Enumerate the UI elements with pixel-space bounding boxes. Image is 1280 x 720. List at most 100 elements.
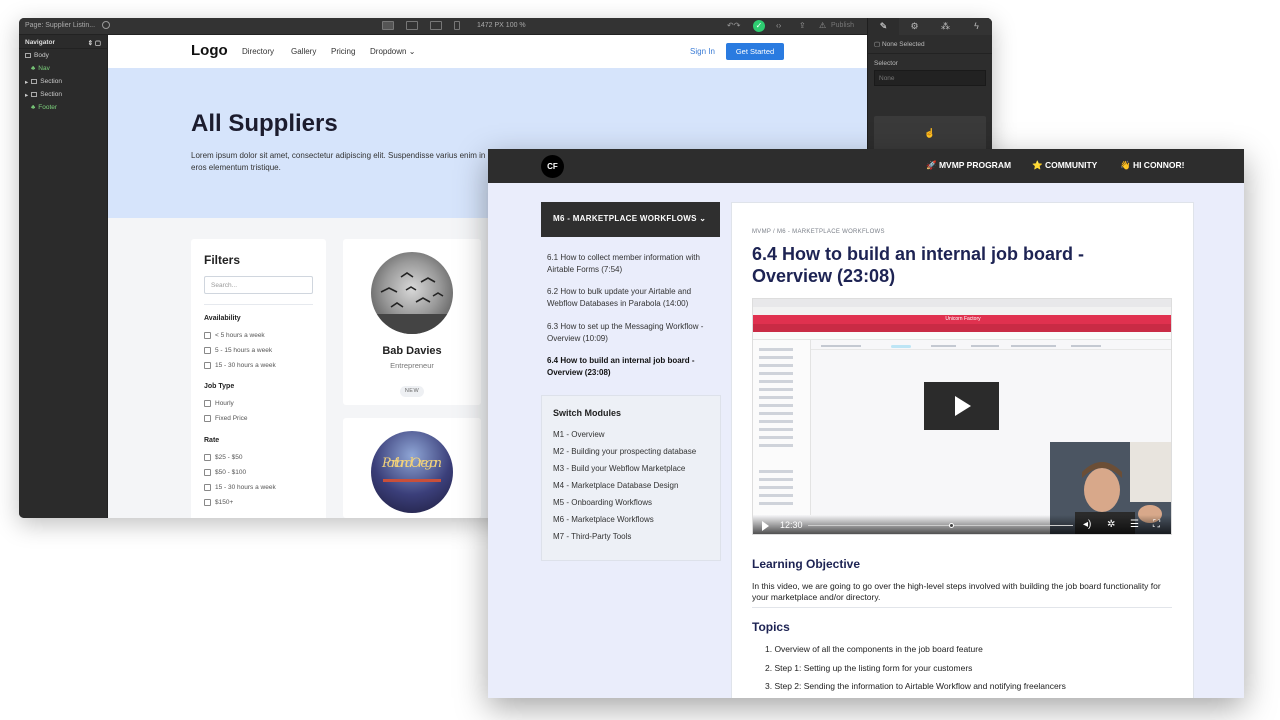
birds-photo-icon [371,272,453,334]
module-link[interactable]: M1 - Overview [553,430,605,439]
audit-icon[interactable]: ⚠ [819,21,826,30]
filter-option[interactable]: $150+ [204,499,233,506]
checkbox[interactable] [204,454,211,461]
symbol-icon: ♣ [31,104,36,111]
selector-input[interactable]: None [874,70,986,86]
module-link[interactable]: M5 - Onboarding Workflows [553,498,652,507]
section-icon [31,79,38,84]
filters-search-input[interactable]: Search... [204,276,313,294]
tablet-landscape-icon[interactable] [406,21,418,30]
module-link[interactable]: M7 - Third-Party Tools [553,532,631,541]
filters-panel: Filters Search... Availability < 5 hours… [191,239,326,518]
checkbox[interactable] [204,332,211,339]
video-browser-url [753,307,1171,315]
module-link[interactable]: M2 - Building your prospecting database [553,447,696,456]
brush-icon[interactable]: ✎ [868,18,899,35]
video-scrubber[interactable] [949,523,955,528]
navigator-title: Navigator [25,39,55,46]
webflow-top-bar: Page: Supplier Listin... 1472 PX 100 % ↶… [19,18,992,35]
checkbox[interactable] [204,415,211,422]
nav-link-directory[interactable]: Directory [242,47,274,56]
undo-redo-icon[interactable]: ↶↷ [727,21,740,30]
supplier-role: Entrepreneur [390,361,434,370]
lesson-link[interactable]: 6.1 How to collect member information wi… [547,252,717,275]
filter-option[interactable]: 15 - 30 hours a week [204,362,276,369]
video-airtable-header: Unicorn Factory [753,315,1171,324]
video-airtable-sidebar [753,340,811,515]
navigator-item-body[interactable]: Body [19,49,107,62]
settings-icon[interactable]: ✲ [1107,519,1115,530]
video-time: 12:30 [780,520,803,530]
lesson-link[interactable]: 6.3 How to set up the Messaging Workflow… [547,321,717,344]
filter-option[interactable]: Hourly [204,400,234,407]
fullscreen-icon[interactable]: ⛶ [1153,519,1160,530]
navigator-item-section[interactable]: ▸ Section [19,88,107,101]
video-player[interactable]: Unicorn Factory 12:30 ◂) ✲ ☰ ⛶ [752,298,1172,535]
nav-mvmp-program[interactable]: 🚀 MVMP PROGRAM [926,160,1011,171]
module-dropdown-button[interactable]: M6 - MARKETPLACE WORKFLOWS ⌄ [541,202,720,237]
nav-link-gallery[interactable]: Gallery [291,47,316,56]
checkbox[interactable] [204,484,211,491]
nav-dropdown[interactable]: Dropdown ⌄ [370,47,415,56]
volume-icon[interactable]: ◂) [1083,519,1091,530]
lesson-link-current[interactable]: 6.4 How to build an internal job board -… [547,355,717,378]
chapters-icon[interactable]: ☰ [1130,519,1139,530]
filter-option[interactable]: < 5 hours a week [204,332,265,339]
get-started-button[interactable]: Get Started [726,43,784,60]
publish-button[interactable]: Publish [831,22,854,29]
expand-arrow-icon[interactable]: ▸ [25,78,28,86]
expand-arrow-icon[interactable]: ▸ [25,91,28,99]
tablet-icon[interactable] [430,21,442,30]
code-icon[interactable]: ‹› [776,21,781,30]
supplier-card[interactable]: Bab Davies Entrepreneur NEW [343,239,481,405]
course-logo[interactable]: CF [541,155,564,178]
navigator-dock-icon[interactable]: ⇕ ▢ [88,39,101,47]
navigator-item-section[interactable]: ▸ Section [19,75,107,88]
site-logo[interactable]: Logo [191,42,228,59]
checkbox[interactable] [204,499,211,506]
symbol-icon: ♣ [31,65,36,72]
sign-in-link[interactable]: Sign In [690,47,715,56]
play-pause-icon[interactable] [762,521,769,531]
breadcrumb[interactable]: MVMP / M6 - MARKETPLACE WORKFLOWS [752,229,885,235]
module-link[interactable]: M6 - Marketplace Workflows [553,515,654,524]
navigator-item-footer[interactable]: ♣ Footer [19,101,107,114]
module-link[interactable]: M4 - Marketplace Database Design [553,481,678,490]
preview-eye-icon[interactable] [102,21,110,29]
video-progress-bar[interactable] [808,525,1073,526]
video-airtable-toolbar [753,332,1171,340]
supplier-name: Bab Davies [382,345,442,357]
checkbox[interactable] [204,347,211,354]
filter-option[interactable]: Fixed Price [204,415,248,422]
lesson-link[interactable]: 6.2 How to bulk update your Airtable and… [547,286,717,309]
filter-option[interactable]: 15 - 30 hours a week [204,484,276,491]
gear-icon[interactable]: ⚙ [899,18,930,35]
checkbox[interactable] [204,469,211,476]
mobile-icon[interactable] [454,21,460,30]
learning-objective-text: In this video, we are going to go over t… [752,581,1161,602]
bolt-icon[interactable]: ϟ [961,18,992,35]
drops-icon[interactable]: ⁂ [930,18,961,35]
section-icon [31,92,38,97]
topics-title: Topics [752,620,790,634]
filter-option[interactable]: $25 - $50 [204,454,242,461]
checkbox[interactable] [204,400,211,407]
filters-title: Filters [204,253,241,267]
play-button[interactable] [924,382,999,430]
video-browser-tabs [753,299,1171,307]
filter-option[interactable]: $50 - $100 [204,469,246,476]
nav-community[interactable]: ⭐ COMMUNITY [1032,160,1097,171]
nav-user-greeting[interactable]: 👋 HI CONNOR! [1120,160,1184,171]
hero-text: Lorem ipsum dolor sit amet, consectetur … [191,151,486,172]
nav-link-pricing[interactable]: Pricing [331,47,355,56]
export-icon[interactable]: ⇪ [799,21,806,30]
page-selector[interactable]: Page: Supplier Listin... [25,22,95,29]
supplier-card[interactable]: Portland Oregon [343,418,481,518]
navigator-item-nav[interactable]: ♣ Nav [19,62,107,75]
filter-section-title: Availability [204,315,241,322]
checkbox[interactable] [204,362,211,369]
desktop-breakpoint-icon[interactable] [382,21,394,30]
filter-option[interactable]: 5 - 15 hours a week [204,347,272,354]
topic-item: 3. Step 2: Sending the information to Ai… [765,681,1066,691]
module-link[interactable]: M3 - Build your Webflow Marketplace [553,464,685,473]
